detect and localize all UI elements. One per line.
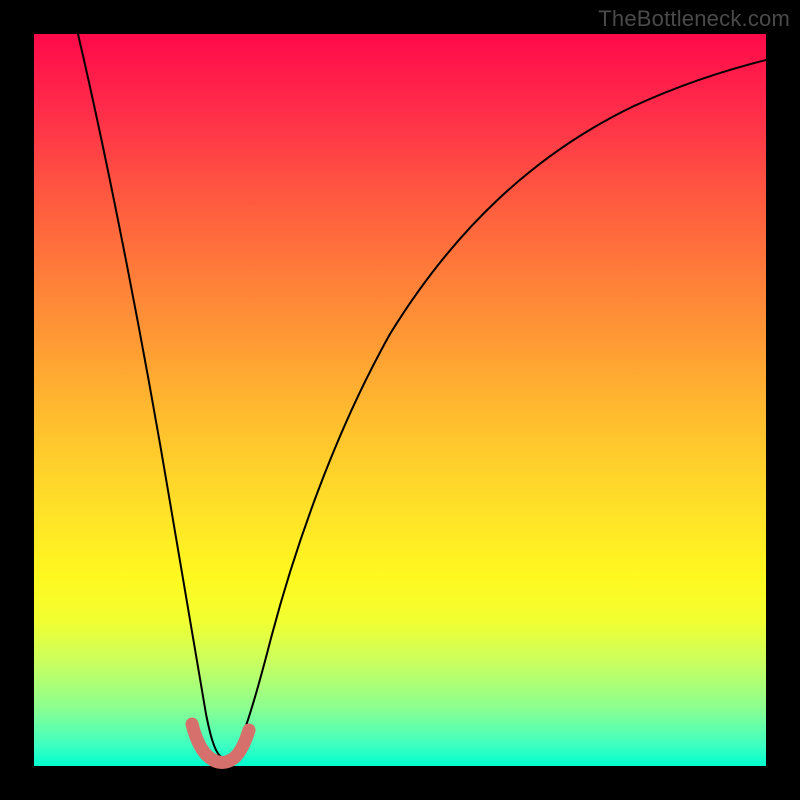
curve-svg xyxy=(34,34,766,766)
attribution-text: TheBottleneck.com xyxy=(598,6,790,32)
bottleneck-curve xyxy=(78,34,766,759)
chart-plot-area xyxy=(34,34,766,766)
pink-bump-highlight xyxy=(192,724,249,763)
